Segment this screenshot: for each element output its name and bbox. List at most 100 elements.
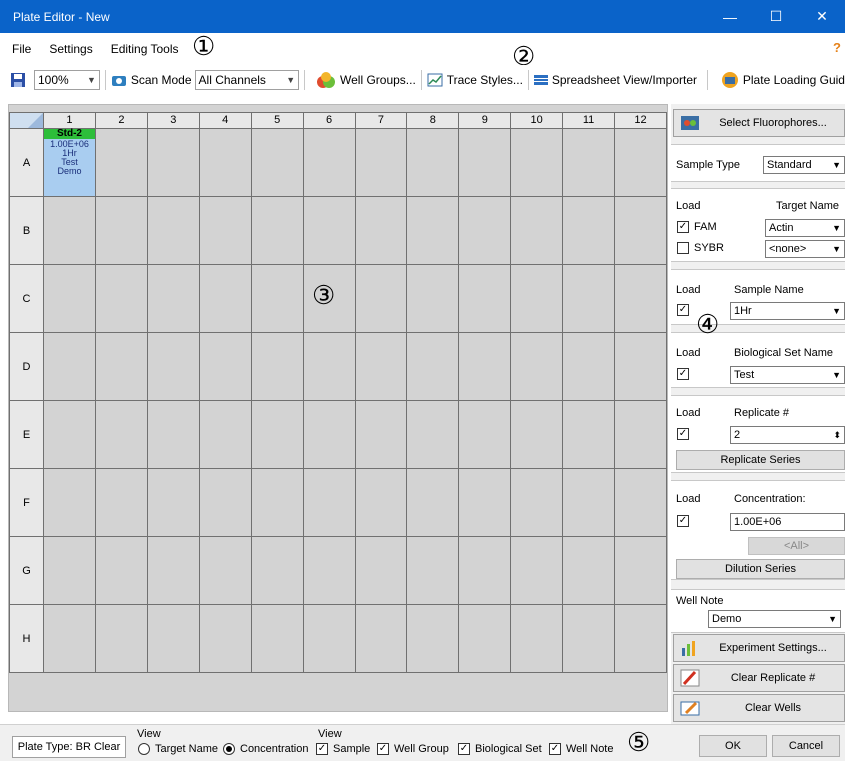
column-header[interactable]: 4 (198, 112, 252, 129)
column-header[interactable]: 8 (406, 112, 460, 129)
well[interactable] (458, 400, 512, 469)
well[interactable] (43, 264, 96, 333)
well[interactable] (614, 604, 667, 673)
well[interactable] (198, 536, 252, 605)
well[interactable] (302, 400, 356, 469)
spinner-icon[interactable]: ⬍ (833, 430, 841, 441)
well[interactable] (198, 128, 252, 197)
well-note-select[interactable]: Demo ▼ (708, 610, 841, 628)
well[interactable] (43, 604, 96, 673)
biological-set-load-checkbox[interactable]: ✓ (677, 368, 689, 380)
well[interactable] (302, 196, 356, 265)
well[interactable] (510, 400, 564, 469)
well[interactable] (302, 536, 356, 605)
column-header[interactable]: 2 (94, 112, 148, 129)
well-A1[interactable]: Std-2 1.00E+06 1Hr Test Demo (43, 128, 96, 197)
well[interactable] (458, 468, 512, 537)
column-header[interactable]: 12 (614, 112, 667, 129)
well[interactable] (43, 400, 96, 469)
well[interactable] (146, 128, 200, 197)
column-header[interactable]: 7 (354, 112, 408, 129)
well[interactable] (614, 400, 667, 469)
well-note-view-checkbox[interactable]: ✓ (549, 743, 561, 755)
row-header[interactable]: C (9, 264, 44, 333)
biological-set-select[interactable]: Test ▼ (730, 366, 845, 384)
well-groups-button[interactable]: Well Groups... (316, 71, 416, 89)
row-header[interactable]: H (9, 604, 44, 673)
replicate-series-button[interactable]: Replicate Series (676, 450, 845, 470)
replicate-load-checkbox[interactable]: ✓ (677, 428, 689, 440)
well[interactable] (354, 196, 408, 265)
menu-settings[interactable]: Settings (40, 42, 101, 56)
well[interactable] (458, 196, 512, 265)
column-header[interactable]: 11 (562, 112, 616, 129)
well[interactable] (94, 196, 148, 265)
well[interactable] (562, 196, 616, 265)
well[interactable] (94, 468, 148, 537)
well[interactable] (458, 332, 512, 401)
concentration-load-checkbox[interactable]: ✓ (677, 515, 689, 527)
row-header[interactable]: E (9, 400, 44, 469)
fam-load-checkbox[interactable]: ✓ (677, 221, 689, 233)
well[interactable] (406, 128, 460, 197)
concentration-radio[interactable] (223, 743, 235, 755)
sybr-target-select[interactable]: <none> ▼ (765, 240, 845, 258)
well[interactable] (354, 468, 408, 537)
well[interactable] (562, 400, 616, 469)
well[interactable] (146, 604, 200, 673)
well[interactable] (354, 536, 408, 605)
well[interactable] (510, 332, 564, 401)
well-group-view-checkbox[interactable]: ✓ (377, 743, 389, 755)
well[interactable] (406, 400, 460, 469)
concentration-input[interactable]: 1.00E+06 (730, 513, 845, 531)
well[interactable] (198, 332, 252, 401)
well[interactable] (94, 400, 148, 469)
close-button[interactable]: ✕ (799, 0, 845, 33)
clear-wells-button[interactable]: Clear Wells (673, 694, 845, 722)
well[interactable] (43, 332, 96, 401)
target-name-radio[interactable] (138, 743, 150, 755)
well[interactable] (198, 468, 252, 537)
well[interactable] (94, 332, 148, 401)
sample-type-select[interactable]: Standard ▼ (763, 156, 845, 174)
menu-file[interactable]: File (0, 42, 40, 56)
sample-view-checkbox[interactable]: ✓ (316, 743, 328, 755)
save-button[interactable] (10, 72, 26, 88)
well[interactable] (614, 196, 667, 265)
well[interactable] (250, 332, 304, 401)
well[interactable] (562, 468, 616, 537)
sample-name-select[interactable]: 1Hr ▼ (730, 302, 845, 320)
well[interactable] (146, 536, 200, 605)
well[interactable] (146, 196, 200, 265)
well[interactable] (94, 264, 148, 333)
spreadsheet-button[interactable]: Spreadsheet View/Importer (533, 73, 697, 87)
well[interactable] (614, 128, 667, 197)
well[interactable] (458, 264, 512, 333)
well[interactable] (94, 536, 148, 605)
well[interactable] (406, 536, 460, 605)
well[interactable] (354, 264, 408, 333)
well[interactable] (198, 264, 252, 333)
scan-mode-button[interactable]: Scan Mode (111, 73, 192, 87)
sample-name-load-checkbox[interactable]: ✓ (677, 304, 689, 316)
zoom-select[interactable]: 100% ▼ (34, 70, 100, 90)
column-header[interactable]: 5 (250, 112, 304, 129)
well[interactable] (458, 128, 512, 197)
help-icon[interactable]: ? (833, 40, 841, 55)
menu-editing-tools[interactable]: Editing Tools (102, 42, 188, 56)
column-header[interactable]: 10 (510, 112, 564, 129)
column-header[interactable]: 1 (43, 112, 96, 129)
well[interactable] (302, 128, 356, 197)
well[interactable] (458, 604, 512, 673)
well[interactable] (250, 536, 304, 605)
row-header[interactable]: A (9, 128, 44, 197)
well[interactable] (302, 604, 356, 673)
well[interactable] (146, 400, 200, 469)
well[interactable] (146, 468, 200, 537)
well[interactable] (250, 264, 304, 333)
well[interactable] (250, 400, 304, 469)
sybr-load-checkbox[interactable] (677, 242, 689, 254)
well[interactable] (302, 332, 356, 401)
plate-corner[interactable] (9, 112, 44, 129)
well[interactable] (406, 468, 460, 537)
